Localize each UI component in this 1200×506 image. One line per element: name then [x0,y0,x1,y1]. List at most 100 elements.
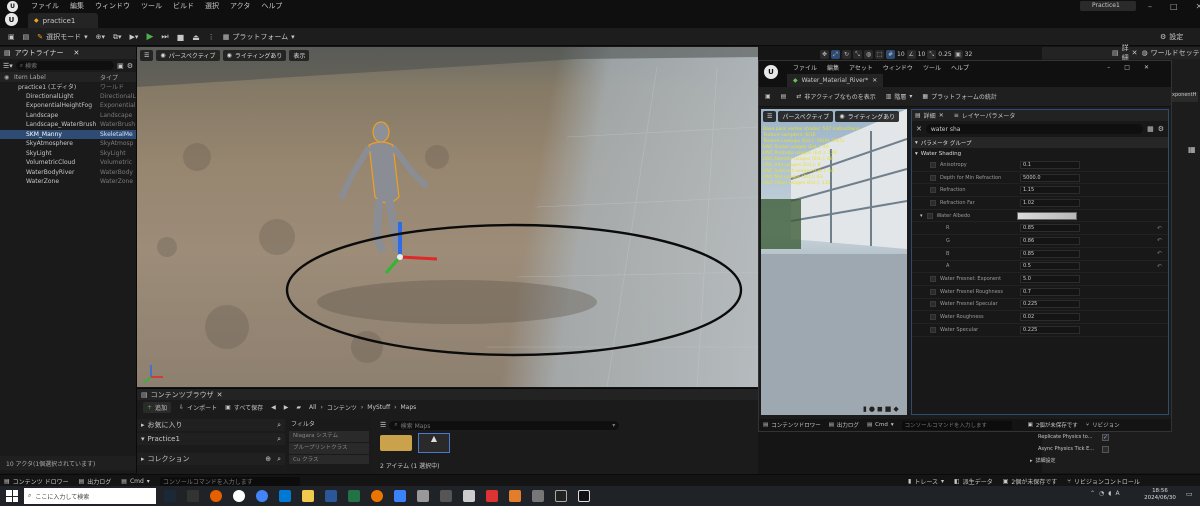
filter-item[interactable]: Cu クラス [289,455,369,464]
notification-icon[interactable]: ▭ [1186,490,1193,498]
search-icon[interactable]: ⌕ [277,455,281,464]
volume-icon[interactable]: ◖ [1108,490,1111,497]
app-icon[interactable] [532,490,544,502]
mat-output-log-button[interactable]: ▤ 出力ログ [829,421,859,429]
mat-menu-tools[interactable]: ツール [923,63,941,72]
breadcrumb-item[interactable]: All [309,404,316,411]
lit-button[interactable]: ◉ ライティングあり [222,50,287,61]
windows-start-icon[interactable] [6,490,18,502]
browse-icon[interactable]: ▤ [781,93,787,100]
app-icon[interactable] [486,490,498,502]
surface-snap-icon[interactable]: ⬚ [875,50,884,59]
tray-chevron-icon[interactable]: ⌃ [1090,490,1095,497]
stop-icon[interactable]: ■ [177,33,185,42]
platform-stats-button[interactable]: ▦ プラットフォームの統計 [922,92,997,101]
map-thumbnail[interactable]: ▲ [418,433,450,453]
content-browser-title[interactable]: コンテンツブラウザ [151,390,214,400]
mat-menu-help[interactable]: ヘルプ [951,63,969,72]
chrome-icon[interactable] [256,490,268,502]
param-value-field[interactable]: 0.85 [1020,249,1080,258]
param-value-field[interactable]: 0.85 [1020,224,1080,233]
material-tab[interactable]: ◆ Water_Material_River* ✕ [787,73,884,87]
breadcrumb-item[interactable]: コンテンツ [327,403,357,412]
play-icon[interactable]: ▶ [146,32,153,42]
camera-speed-icon[interactable]: ▣ [953,50,963,59]
close-icon[interactable]: ✕ [217,391,223,399]
project-section[interactable]: ▾ Practice1 ⌕ [137,433,285,445]
tab-level[interactable]: ◆ practice1 [28,13,98,28]
param-override-checkbox[interactable] [930,187,936,194]
column-type[interactable]: タイプ [100,73,118,82]
mat-menu-asset[interactable]: アセット [849,63,873,72]
play-options-icon[interactable]: ⋮ [208,33,215,41]
import-button[interactable]: ⇩ インポート [179,403,217,412]
param-value-field[interactable]: 1.15 [1020,186,1080,195]
menu-item-help[interactable]: ヘルプ [261,1,282,11]
close-icon[interactable]: ✕ [74,49,80,57]
async-physics-checkbox[interactable] [1102,445,1109,453]
param-override-checkbox[interactable] [930,288,936,295]
outliner-item[interactable]: WaterZone WaterZone [0,177,136,187]
outliner-item[interactable]: Landscape_WaterBrush WaterBrush [0,120,136,130]
param-search-input[interactable]: water sha [925,124,1144,134]
mesh-icon[interactable]: ◆ [893,405,898,413]
cmd-button[interactable]: ▤ Cmd ▾ [121,478,150,485]
menu-item-tools[interactable]: ツール [141,1,162,11]
param-override-checkbox[interactable] [930,301,936,308]
replicate-physics-checkbox[interactable]: ✓ [1102,433,1109,441]
close-icon[interactable]: ✕ [872,77,877,84]
task-view-icon[interactable] [187,490,199,502]
param-override-checkbox[interactable] [930,314,936,321]
grid-snap-icon[interactable]: # [886,50,895,59]
param-override-checkbox[interactable] [926,212,933,219]
firefox-icon[interactable] [210,490,222,502]
search-icon[interactable]: ⌕ [277,435,281,444]
param-value-field[interactable]: 0.7 [1020,287,1080,296]
mat-menu-file[interactable]: ファイル [793,63,817,72]
revision-control-button[interactable]: ⑂ リビジョンコントロール [1067,477,1140,486]
tab-material-details[interactable]: ▤ 詳細 ✕ [915,111,944,120]
perspective-button[interactable]: ◉ パースペクティブ [156,50,220,61]
console-input[interactable]: コンソールコマンドを入力します [159,476,300,486]
param-override-checkbox[interactable] [930,174,936,181]
water-shading-header[interactable]: ▾ Water Shading [912,148,1168,159]
file-explorer-icon[interactable] [302,490,314,502]
param-value-field[interactable]: 0.225 [1020,300,1080,309]
mat-unsaved-button[interactable]: ▣ 2個が未保存です [1028,421,1078,429]
outliner-item[interactable]: WaterBodyRiver WaterBody [0,168,136,178]
grid-view-icon[interactable]: ▦ [1147,125,1154,133]
param-override-checkbox[interactable] [930,161,936,168]
unreal-editor-taskbar-icon[interactable] [578,490,590,502]
outliner-item[interactable]: SkyAtmosphere SkyAtmosp [0,139,136,149]
maximize-icon[interactable]: □ [1170,2,1178,11]
mat-menu-edit[interactable]: 編集 [827,63,839,72]
network-icon[interactable]: ◔ [1099,490,1104,497]
scale-snap-icon[interactable]: ⤡ [927,50,937,59]
param-group-header[interactable]: ▾ パラメータ グループ [912,137,1168,148]
filter-item[interactable]: Niagara システム [289,431,369,442]
gear-icon[interactable]: ⚙ [1158,125,1164,133]
outliner-item[interactable]: SkyLight SkyLight [0,149,136,159]
outliner-item[interactable]: DirectionalLight DirectionalLi [0,92,136,102]
column-item-label[interactable]: Item Label [14,74,100,81]
outliner-item[interactable]: ExponentialHeightFog Exponential [0,101,136,111]
gear-icon[interactable]: ⚙ [127,62,133,70]
outliner-item[interactable]: VolumetricCloud Volumetric [0,158,136,168]
sphere-icon[interactable]: ● [869,405,875,413]
preview-menu-button[interactable]: ☰ [763,111,777,122]
search-icon[interactable]: ⌕ [277,421,281,430]
menu-item-actor[interactable]: アクタ [230,1,250,11]
param-value-field[interactable]: 1.02 [1020,198,1080,207]
platform-button[interactable]: ▦ プラットフォーム ▾ [223,32,295,42]
mat-revision-button[interactable]: ⑂ リビジョン [1086,421,1120,429]
unsaved-button[interactable]: ▣ 2個が未保存です [1003,477,1058,486]
preview-lit-button[interactable]: ◉ ライティングあり [835,111,900,122]
step-icon[interactable]: ⏭ [161,32,168,42]
param-value-field[interactable]: 0.225 [1020,325,1080,334]
water-albedo-swatch[interactable] [1016,211,1077,220]
breadcrumb-item[interactable]: MyStuff [367,404,390,411]
mat-window-controls[interactable]: –□✕ [1107,64,1163,71]
param-override-checkbox[interactable] [930,199,936,206]
breadcrumb-item[interactable]: Maps [401,404,417,411]
content-drawer-button[interactable]: ▤ コンテンツ ドロワー [4,477,69,486]
